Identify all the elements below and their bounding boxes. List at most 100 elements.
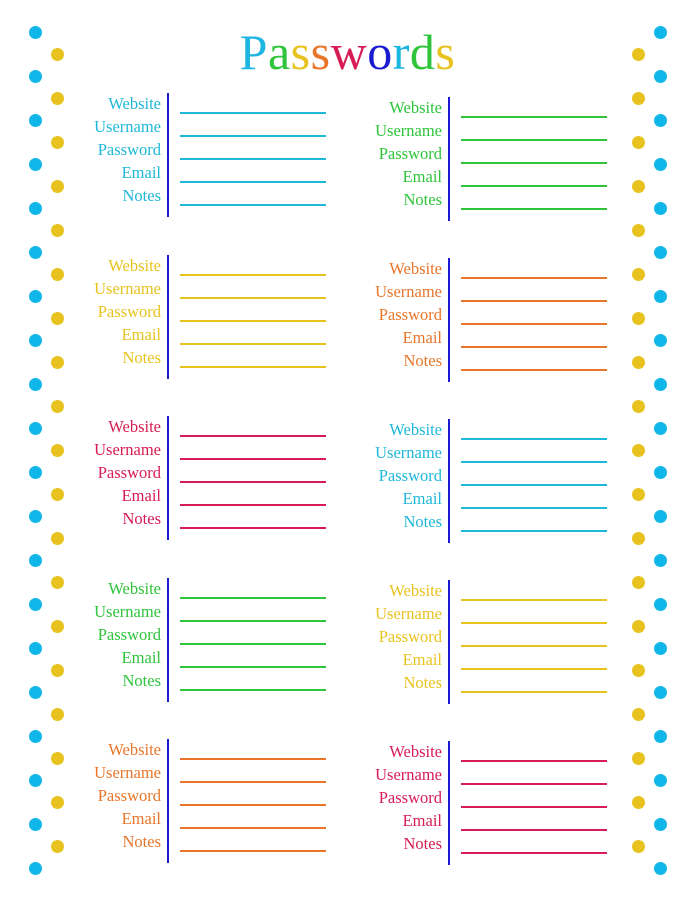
field-label-password: Password xyxy=(97,625,161,644)
field-line-password[interactable] xyxy=(180,158,326,160)
field-line-username[interactable] xyxy=(180,620,326,622)
field-line-website[interactable] xyxy=(461,760,607,762)
dot-cyan xyxy=(28,245,42,259)
field-label-password: Password xyxy=(97,302,161,321)
dot-yellow xyxy=(50,575,64,589)
field-line-email[interactable] xyxy=(180,827,326,829)
dot-cyan xyxy=(28,509,42,523)
field-line-email[interactable] xyxy=(180,504,326,506)
field-line-notes[interactable] xyxy=(461,691,607,693)
field-line-notes[interactable] xyxy=(180,366,326,368)
dot-cyan xyxy=(653,289,667,303)
field-line-email[interactable] xyxy=(461,668,607,670)
field-line-password[interactable] xyxy=(180,481,326,483)
field-label-username: Username xyxy=(94,763,161,782)
field-line-username[interactable] xyxy=(461,139,607,141)
field-line-username[interactable] xyxy=(180,297,326,299)
dot-yellow xyxy=(631,839,645,853)
field-line-website[interactable] xyxy=(180,758,326,760)
field-line-password[interactable] xyxy=(180,320,326,322)
dot-cyan xyxy=(653,377,667,391)
field-label-username: Username xyxy=(375,443,442,462)
field-line-website[interactable] xyxy=(461,277,607,279)
field-line-website[interactable] xyxy=(180,435,326,437)
field-line-password[interactable] xyxy=(180,804,326,806)
field-line-password[interactable] xyxy=(461,162,607,164)
vertical-divider xyxy=(448,580,450,704)
dot-cyan xyxy=(653,817,667,831)
field-label-email: Email xyxy=(121,486,161,505)
field-line-password[interactable] xyxy=(461,323,607,325)
field-line-website[interactable] xyxy=(461,599,607,601)
vertical-divider xyxy=(167,93,169,217)
field-label-website: Website xyxy=(108,740,161,759)
dot-yellow xyxy=(50,311,64,325)
dot-cyan xyxy=(653,685,667,699)
field-line-notes[interactable] xyxy=(461,369,607,371)
field-line-email[interactable] xyxy=(180,666,326,668)
field-line-website[interactable] xyxy=(461,116,607,118)
field-line-website[interactable] xyxy=(180,112,326,114)
field-line-notes[interactable] xyxy=(461,852,607,854)
password-entry-right-1: Website Username Password Email Notes xyxy=(361,97,621,223)
field-label-password: Password xyxy=(378,144,442,163)
dot-cyan xyxy=(28,553,42,567)
field-label-email: Email xyxy=(402,167,442,186)
field-line-password[interactable] xyxy=(461,645,607,647)
title-letter: w xyxy=(330,24,368,80)
page-title: Passwords xyxy=(0,22,695,82)
vertical-divider xyxy=(448,97,450,221)
field-label-notes: Notes xyxy=(403,512,443,531)
field-line-email[interactable] xyxy=(461,507,607,509)
field-line-notes[interactable] xyxy=(180,689,326,691)
field-line-email[interactable] xyxy=(461,185,607,187)
field-label-username: Username xyxy=(94,440,161,459)
field-line-email[interactable] xyxy=(180,343,326,345)
field-line-username[interactable] xyxy=(461,783,607,785)
field-line-password[interactable] xyxy=(180,643,326,645)
field-line-username[interactable] xyxy=(180,458,326,460)
field-label-notes: Notes xyxy=(122,186,162,205)
dot-cyan xyxy=(653,25,667,39)
password-entry-left-5: Website Username Password Email Notes xyxy=(80,739,340,865)
dot-yellow xyxy=(50,443,64,457)
dot-yellow xyxy=(50,839,64,853)
dot-yellow xyxy=(50,619,64,633)
field-line-username[interactable] xyxy=(180,135,326,137)
dot-yellow xyxy=(50,47,64,61)
field-line-username[interactable] xyxy=(461,461,607,463)
field-line-email[interactable] xyxy=(461,346,607,348)
field-line-username[interactable] xyxy=(180,781,326,783)
field-label-password: Password xyxy=(378,627,442,646)
field-line-username[interactable] xyxy=(461,622,607,624)
dot-cyan xyxy=(653,69,667,83)
field-line-notes[interactable] xyxy=(461,530,607,532)
field-line-notes[interactable] xyxy=(180,204,326,206)
field-line-website[interactable] xyxy=(180,597,326,599)
field-label-password: Password xyxy=(97,140,161,159)
field-line-notes[interactable] xyxy=(180,850,326,852)
dot-yellow xyxy=(50,91,64,105)
dot-cyan xyxy=(28,817,42,831)
field-label-email: Email xyxy=(402,650,442,669)
dot-yellow xyxy=(50,707,64,721)
password-entry-left-1: Website Username Password Email Notes xyxy=(80,93,340,219)
dot-cyan xyxy=(28,597,42,611)
field-label-website: Website xyxy=(389,420,442,439)
field-line-notes[interactable] xyxy=(180,527,326,529)
field-line-notes[interactable] xyxy=(461,208,607,210)
password-entry-left-4: Website Username Password Email Notes xyxy=(80,578,340,704)
dot-yellow xyxy=(631,487,645,501)
dot-cyan xyxy=(653,597,667,611)
field-line-website[interactable] xyxy=(461,438,607,440)
field-line-website[interactable] xyxy=(180,274,326,276)
field-line-username[interactable] xyxy=(461,300,607,302)
field-line-password[interactable] xyxy=(461,484,607,486)
field-line-email[interactable] xyxy=(461,829,607,831)
dot-cyan xyxy=(28,685,42,699)
field-line-password[interactable] xyxy=(461,806,607,808)
field-line-email[interactable] xyxy=(180,181,326,183)
dot-cyan xyxy=(28,333,42,347)
field-label-website: Website xyxy=(108,256,161,275)
dot-cyan xyxy=(653,333,667,347)
